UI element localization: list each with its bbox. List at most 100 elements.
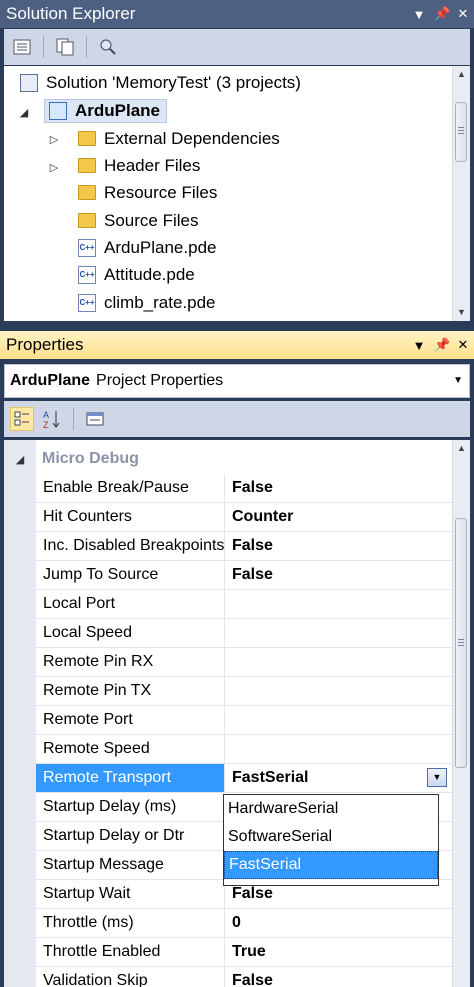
folder-link-icon <box>78 131 96 146</box>
property-name: Remote Port <box>36 706 225 734</box>
property-pages-icon[interactable] <box>83 407 107 431</box>
property-row[interactable]: Inc. Disabled Breakpoints False <box>36 532 453 561</box>
property-value[interactable]: False <box>226 967 453 987</box>
expand-triangle-icon[interactable]: ▷ <box>48 133 60 146</box>
expand-triangle-icon[interactable]: ▷ <box>48 161 60 174</box>
property-name: Throttle (ms) <box>36 909 225 937</box>
solution-label: Solution 'MemoryTest' (3 projects) <box>46 72 301 92</box>
property-value[interactable]: False <box>226 474 453 502</box>
pin-icon[interactable]: 📌 <box>434 6 450 22</box>
scroll-up-arrow-icon[interactable]: ▲ <box>453 66 470 83</box>
toolbar-separator <box>73 408 74 430</box>
property-row[interactable]: Validation Skip False <box>36 967 453 987</box>
chevron-down-icon[interactable]: ▼ <box>453 365 463 397</box>
property-value[interactable] <box>226 677 453 705</box>
tree-scrollbar[interactable]: ▲ ▼ <box>452 66 470 321</box>
property-row[interactable]: Remote Port <box>36 706 453 735</box>
tree-item-external-dependencies[interactable]: External Dependencies <box>78 125 280 152</box>
tree-item-attitude-pde[interactable]: C++ Attitude.pde <box>78 261 195 288</box>
tree-item-header-files[interactable]: Header Files <box>78 152 200 179</box>
property-row[interactable]: Local Port <box>36 590 453 619</box>
alphabetical-sort-icon[interactable]: AZ <box>40 407 64 431</box>
property-name: Local Speed <box>36 619 225 647</box>
property-value[interactable] <box>226 735 453 763</box>
property-row[interactable]: Remote Pin TX <box>36 677 453 706</box>
property-value[interactable] <box>226 706 453 734</box>
property-name: Remote Pin TX <box>36 677 225 705</box>
property-value[interactable] <box>226 590 453 618</box>
property-value[interactable]: False <box>226 532 453 560</box>
tree-item-label: Resource Files <box>104 182 218 202</box>
properties-title: Properties <box>6 335 84 354</box>
property-name: Local Port <box>36 590 225 618</box>
window-position-dropdown-icon[interactable]: ▼ <box>412 7 426 22</box>
dropdown-arrow-icon[interactable]: ▼ <box>427 768 447 787</box>
property-row[interactable]: Jump To Source False <box>36 561 453 590</box>
tree-item-label: Header Files <box>104 155 201 175</box>
scroll-down-arrow-icon[interactable]: ▼ <box>453 304 470 321</box>
property-name: Remote Transport <box>36 764 225 792</box>
view-class-diagram-icon[interactable] <box>96 35 120 59</box>
property-grid: ◢ Micro Debug Enable Break/Pause False Hit… <box>4 440 470 987</box>
property-grid-gutter <box>4 440 36 987</box>
property-name: Startup Delay or Dtr <box>36 822 225 850</box>
collapse-triangle-icon[interactable]: ◢ <box>14 453 26 466</box>
tree-item-label: ArduPlane.pde <box>104 237 217 257</box>
property-row[interactable]: Remote Pin RX <box>36 648 453 677</box>
property-row[interactable]: Throttle Enabled True <box>36 938 453 967</box>
category-micro-debug[interactable]: ◢ Micro Debug <box>4 445 453 473</box>
property-value[interactable]: False <box>226 561 453 589</box>
dropdown-option[interactable]: HardwareSerial <box>224 795 438 823</box>
dropdown-option[interactable]: FastSerial <box>224 851 438 879</box>
property-name: Validation Skip <box>36 967 225 987</box>
property-row[interactable]: Throttle (ms) 0 <box>36 909 453 938</box>
property-row[interactable]: Local Speed <box>36 619 453 648</box>
property-value[interactable] <box>226 648 453 676</box>
close-icon[interactable]: ✕ <box>456 6 470 22</box>
cpp-file-icon: C++ <box>78 293 96 312</box>
scroll-up-arrow-icon[interactable]: ▲ <box>453 440 470 457</box>
properties-icon[interactable] <box>10 35 34 59</box>
solution-node[interactable]: Solution 'MemoryTest' (3 projects) <box>20 69 301 96</box>
properties-title-bar: Properties ▼ 📌 ✕ <box>0 331 474 359</box>
property-name: Enable Break/Pause <box>36 474 225 502</box>
folder-icon <box>78 185 96 200</box>
property-name: Inc. Disabled Breakpoints <box>36 532 225 560</box>
property-value[interactable] <box>226 619 453 647</box>
property-value[interactable]: Counter <box>226 503 453 531</box>
tree-item-resource-files[interactable]: Resource Files <box>78 179 217 206</box>
object-selector[interactable]: ArduPlane Project Properties ▼ <box>4 364 470 398</box>
tree-item-label: Attitude.pde <box>104 264 195 284</box>
property-row[interactable]: Enable Break/Pause False <box>36 474 453 503</box>
property-name: Startup Wait <box>36 880 225 908</box>
property-grid-scrollbar[interactable]: ▲ <box>452 440 470 987</box>
property-row[interactable]: Hit Counters Counter <box>36 503 453 532</box>
scrollbar-thumb[interactable] <box>455 518 467 768</box>
collapse-triangle-icon[interactable]: ◢ <box>18 106 30 119</box>
tree-item-arduplane-pde[interactable]: C++ ArduPlane.pde <box>78 234 216 261</box>
property-row[interactable]: Remote Speed <box>36 735 453 764</box>
tree-item-label: climb_rate.pde <box>104 292 216 312</box>
svg-text:Z: Z <box>43 420 49 429</box>
solution-explorer-title-bar: Solution Explorer ▼ 📌 ✕ <box>0 0 474 28</box>
tree-item-climb-rate-pde[interactable]: C++ climb_rate.pde <box>78 289 216 316</box>
dropdown-option[interactable]: SoftwareSerial <box>224 823 438 851</box>
solution-tree: Solution 'MemoryTest' (3 projects) ◢ Ard… <box>4 66 470 321</box>
close-icon[interactable]: ✕ <box>456 337 470 353</box>
remote-transport-dropdown-list: HardwareSerial SoftwareSerial FastSerial <box>223 794 439 886</box>
property-row[interactable]: Remote Transport FastSerial ▼ <box>36 764 453 793</box>
window-position-dropdown-icon[interactable]: ▼ <box>412 338 426 353</box>
categorized-icon[interactable] <box>10 407 34 431</box>
cpp-file-icon: C++ <box>78 265 96 284</box>
property-name: Throttle Enabled <box>36 938 225 966</box>
tree-item-source-files[interactable]: Source Files <box>78 207 198 234</box>
property-name: Remote Speed <box>36 735 225 763</box>
project-node[interactable]: ArduPlane <box>44 97 168 124</box>
property-value[interactable]: 0 <box>226 909 453 937</box>
property-name: Hit Counters <box>36 503 225 531</box>
property-value[interactable]: True <box>226 938 453 966</box>
scrollbar-thumb[interactable] <box>455 102 467 162</box>
show-all-files-icon[interactable] <box>53 35 77 59</box>
property-name: Jump To Source <box>36 561 225 589</box>
pin-icon[interactable]: 📌 <box>434 337 450 353</box>
